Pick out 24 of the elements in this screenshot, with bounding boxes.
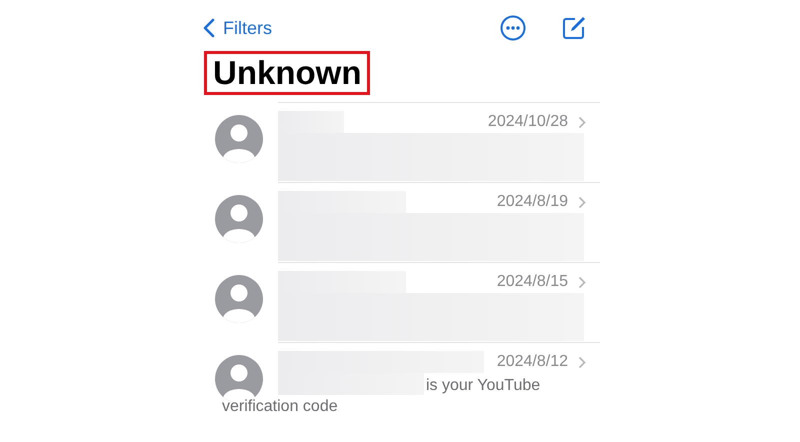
more-icon bbox=[500, 15, 526, 41]
avatar-icon bbox=[215, 195, 263, 243]
message-preview: verification code bbox=[222, 398, 338, 416]
avatar-icon bbox=[215, 115, 263, 163]
conversation-row[interactable]: 2024/8/19 bbox=[200, 182, 600, 262]
conversation-row[interactable]: 2024/8/12 is your YouTube verification code bbox=[200, 342, 600, 422]
date-label: 2024/8/19 bbox=[496, 193, 568, 211]
avatar-icon bbox=[215, 275, 263, 323]
date-label: 2024/8/12 bbox=[496, 353, 568, 371]
conversation-row[interactable]: 2024/8/15 bbox=[200, 262, 600, 342]
chevron-right-icon bbox=[578, 356, 586, 368]
chevron-right-icon bbox=[578, 196, 586, 208]
message-preview: is your YouTube bbox=[425, 377, 540, 395]
page-title: Unknown bbox=[204, 50, 370, 96]
date-label: 2024/10/28 bbox=[488, 113, 568, 131]
chevron-right-icon bbox=[578, 276, 586, 288]
back-button[interactable]: Filters bbox=[200, 18, 272, 38]
date-label: 2024/8/15 bbox=[496, 273, 568, 291]
more-button[interactable] bbox=[500, 15, 526, 41]
compose-button[interactable] bbox=[562, 16, 586, 40]
compose-icon bbox=[562, 16, 586, 40]
chevron-right-icon bbox=[578, 116, 586, 128]
conversation-row[interactable]: 2024/10/28 bbox=[200, 102, 600, 182]
chevron-left-icon bbox=[203, 18, 215, 38]
